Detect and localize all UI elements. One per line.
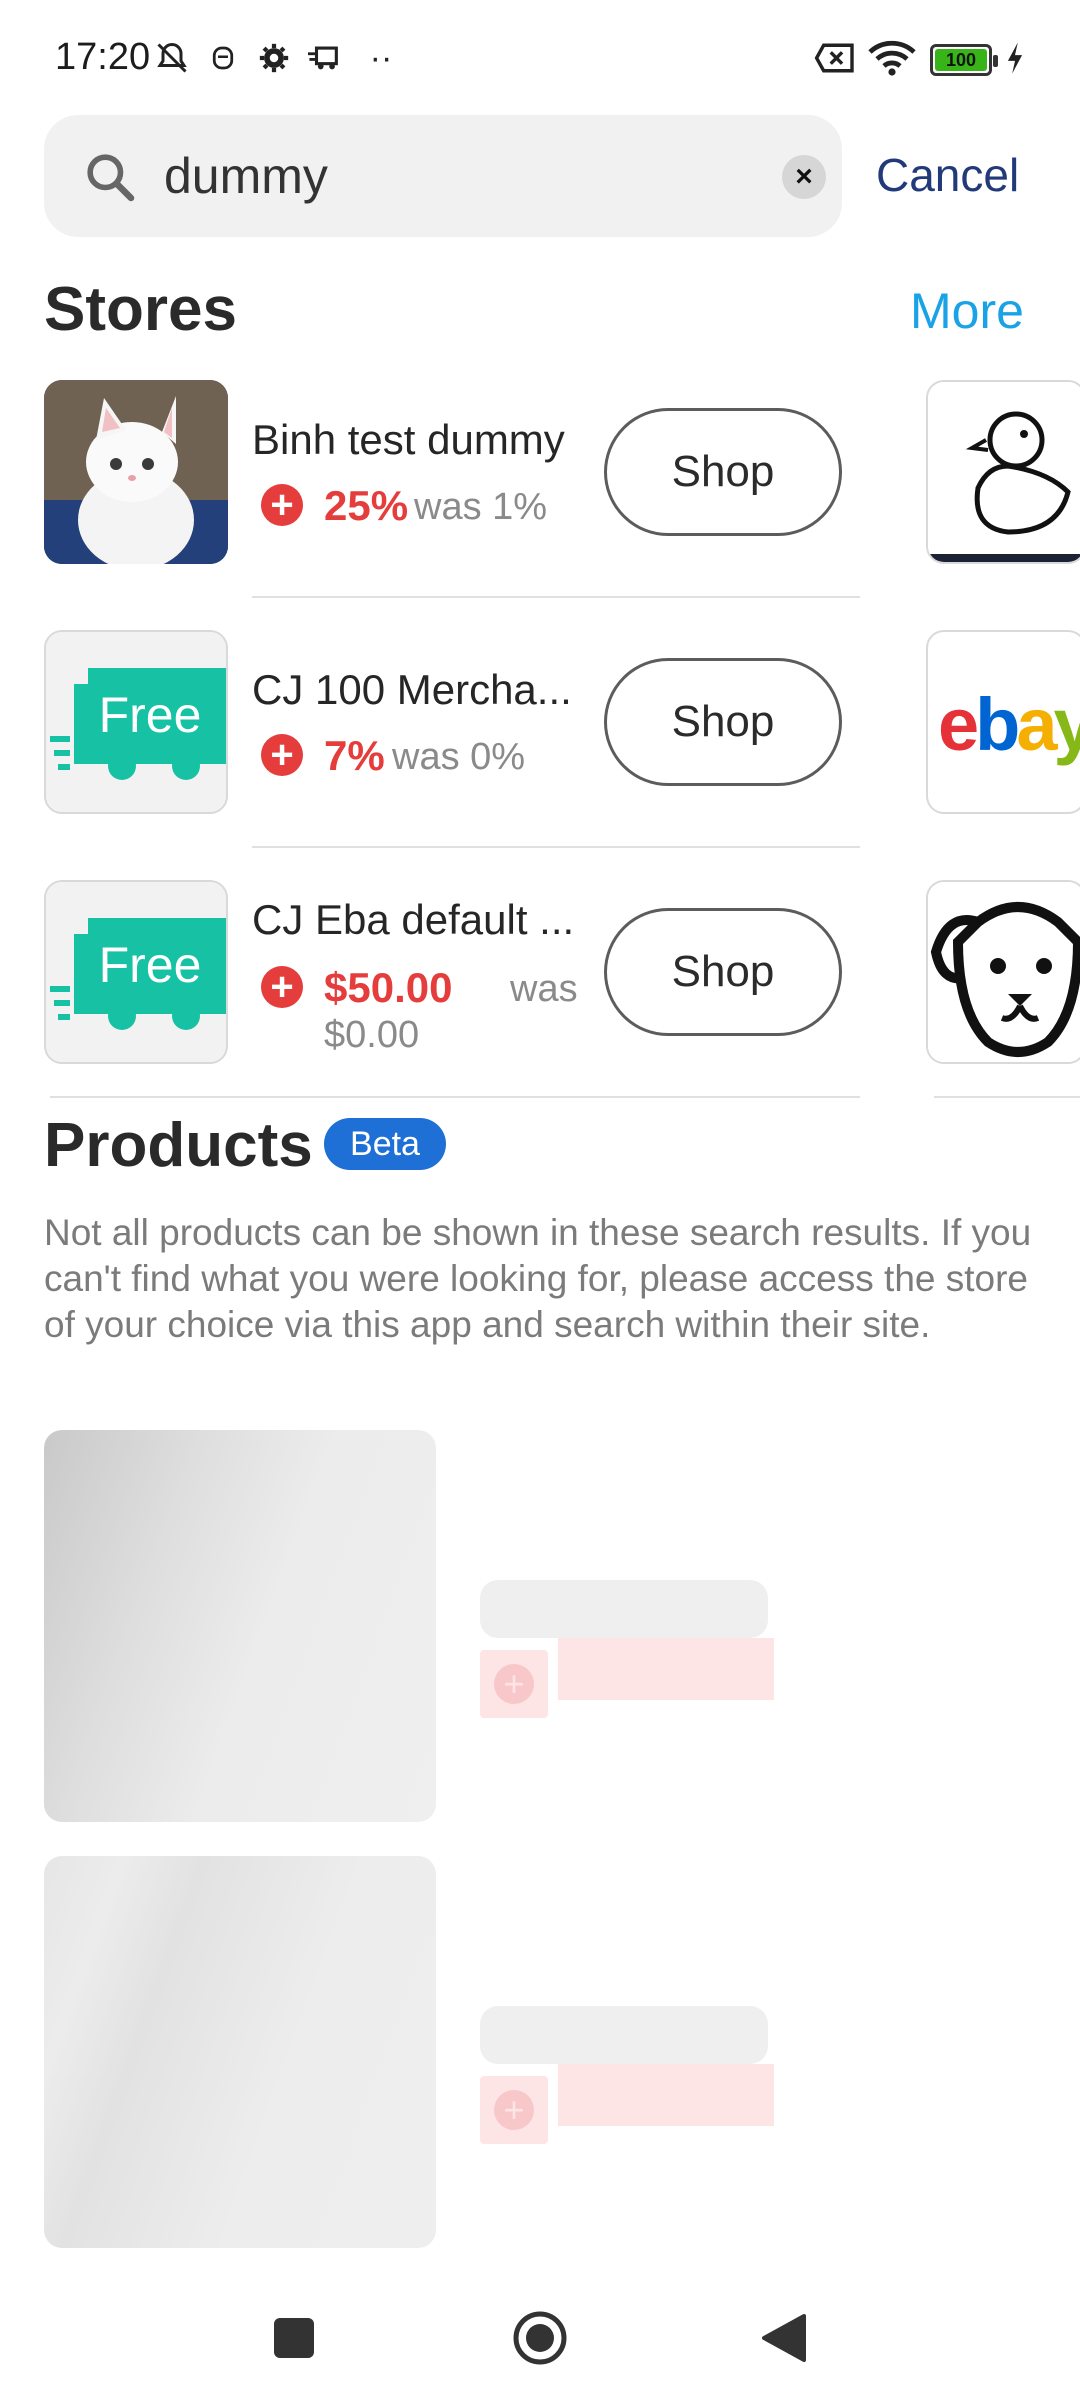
delivery-icon <box>303 38 347 78</box>
stores-heading: Stores <box>44 275 237 344</box>
product-title-placeholder <box>480 2006 768 2064</box>
ebay-logo: ebay <box>938 683 1080 766</box>
product-image-placeholder <box>44 1856 436 2248</box>
cashback-icon-placeholder: + <box>480 1650 548 1718</box>
store-logo-duck[interactable] <box>926 380 1080 564</box>
store-row[interactable]: Binh test dummy + 25% was 1% Shop <box>44 380 944 566</box>
shop-button[interactable]: Shop <box>604 658 842 786</box>
product-title-placeholder <box>480 1580 768 1638</box>
product-image-placeholder <box>44 1430 436 1822</box>
sim-blocked-icon <box>812 38 858 78</box>
store-logo-free-shipping: Free <box>44 880 228 1064</box>
free-text: Free <box>99 937 202 993</box>
store-logo-ebay[interactable]: ebay <box>926 630 1080 814</box>
app-notification-icon <box>205 38 241 78</box>
divider <box>50 1096 860 1098</box>
cashback-rate: 7% <box>324 732 385 779</box>
system-nav-bar <box>0 2270 1080 2400</box>
cancel-button[interactable]: Cancel <box>876 148 1019 202</box>
cashback-text-placeholder <box>558 2064 774 2126</box>
store-row[interactable]: Free CJ 100 Mercha... + 7% was 0% Shop <box>44 630 944 816</box>
store-name: Binh test dummy <box>252 416 565 463</box>
search-bar[interactable]: × <box>44 115 842 237</box>
store-name: CJ Eba default ... <box>252 896 575 943</box>
battery-icon: 100 <box>930 44 998 76</box>
cashback-plus-icon: + <box>261 484 303 526</box>
search-input[interactable] <box>164 141 804 211</box>
free-text: Free <box>99 687 202 743</box>
store-logo-free-shipping: Free <box>44 630 228 814</box>
divider <box>934 1096 1080 1098</box>
recent-apps-icon[interactable] <box>274 2318 314 2358</box>
cashback-text-placeholder <box>558 1638 774 1700</box>
cashback-rate: 25% <box>324 482 409 529</box>
store-name: CJ 100 Mercha... <box>252 666 572 713</box>
settings-gear-icon <box>254 38 294 78</box>
home-icon[interactable] <box>512 2310 568 2366</box>
status-bar: 17:20 ·· 100 <box>0 0 1080 112</box>
products-heading: Products <box>44 1111 313 1180</box>
search-icon <box>82 149 138 205</box>
divider <box>252 846 860 848</box>
wifi-icon <box>868 38 916 78</box>
store-logo-kitten <box>44 380 228 564</box>
previous-rate: was 0% <box>392 736 526 778</box>
previous-rate-label: was <box>510 968 578 1010</box>
cashback-rate: $50.00 <box>324 964 453 1011</box>
more-link[interactable]: More <box>910 282 1024 340</box>
shop-button[interactable]: Shop <box>604 908 842 1036</box>
products-notice: Not all products can be shown in these s… <box>44 1212 1032 1345</box>
store-row[interactable]: Free CJ Eba default ... + $50.00 was $0.… <box>44 880 944 1090</box>
divider <box>252 596 860 598</box>
previous-rate: $0.00 <box>324 1014 420 1056</box>
notifications-off-icon <box>152 38 192 78</box>
cashback-plus-icon: + <box>261 966 303 1008</box>
charging-icon <box>1002 38 1028 78</box>
battery-level: 100 <box>935 49 987 71</box>
beta-badge: Beta <box>324 1118 446 1170</box>
clear-search-icon[interactable]: × <box>782 155 826 199</box>
status-time: 17:20 <box>55 36 151 78</box>
back-icon[interactable] <box>760 2312 808 2364</box>
previous-rate: was 1% <box>414 486 548 528</box>
shop-button[interactable]: Shop <box>604 408 842 536</box>
more-notifications-icon: ·· <box>369 38 393 77</box>
cashback-plus-icon: + <box>261 734 303 776</box>
cashback-icon-placeholder: + <box>480 2076 548 2144</box>
store-logo-dog[interactable] <box>926 880 1080 1064</box>
